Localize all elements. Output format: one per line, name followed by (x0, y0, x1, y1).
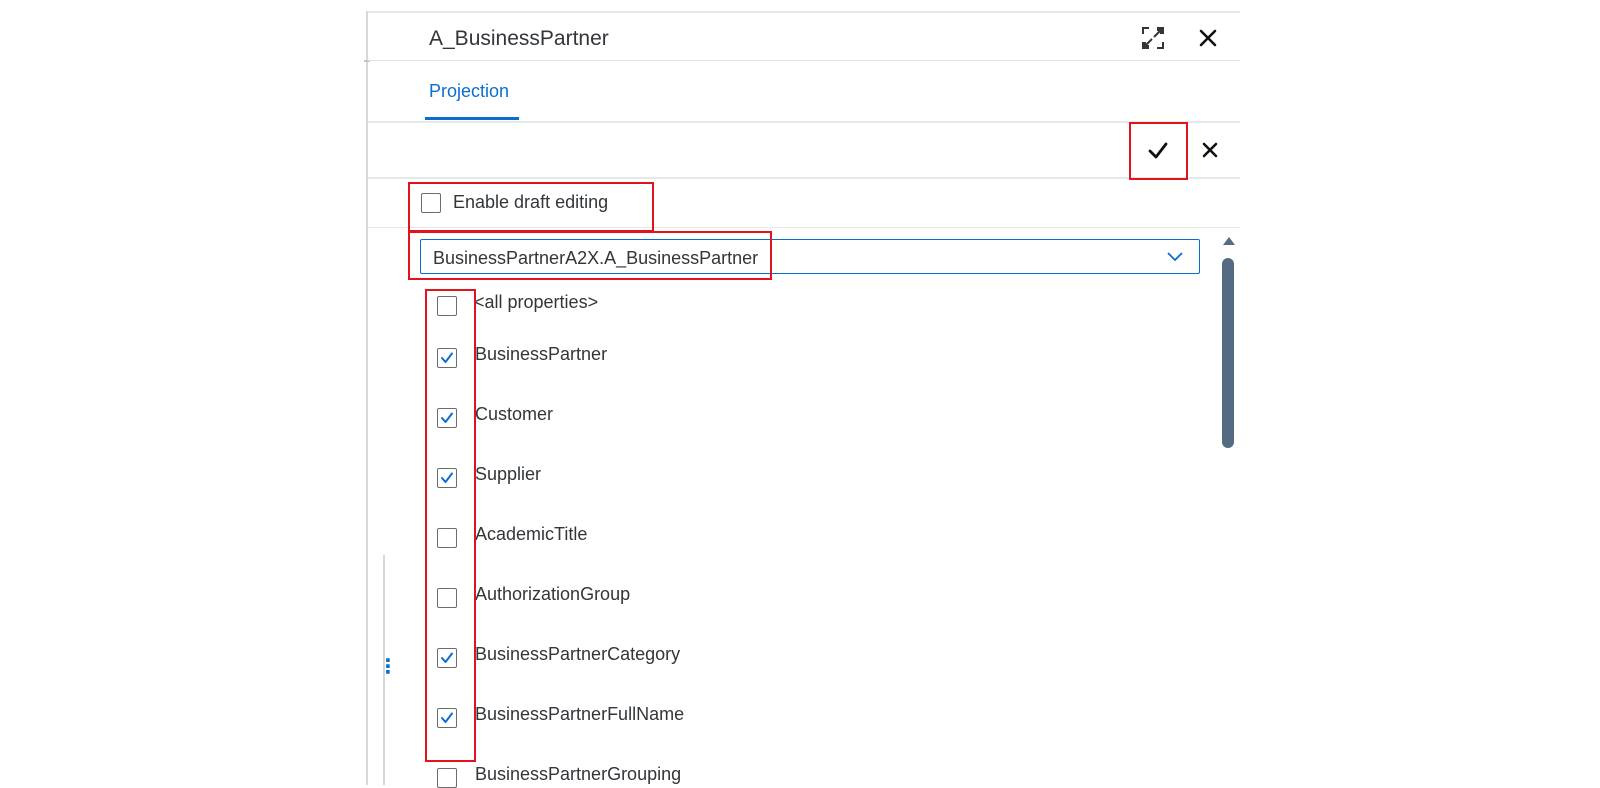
property-label: AcademicTitle (475, 524, 588, 544)
scrollbar-thumb[interactable] (1222, 258, 1234, 448)
divider (368, 121, 1240, 123)
exit-fullscreen-icon[interactable] (1140, 25, 1166, 51)
close-icon (1202, 142, 1218, 158)
highlight-box (1129, 122, 1188, 180)
close-panel-button[interactable] (1196, 26, 1220, 50)
property-label: AuthorizationGroup (475, 584, 631, 604)
panel-title: A_BusinessPartner (429, 27, 609, 50)
cancel-button[interactable] (1193, 133, 1227, 167)
resize-handle-icon[interactable]: ⋮ (378, 657, 398, 677)
property-label: Customer (475, 404, 554, 424)
property-label: BusinessPartnerFullName (475, 704, 685, 724)
tab-projection[interactable]: Projection (429, 81, 509, 102)
divider (368, 60, 1240, 61)
property-label: Supplier (475, 464, 542, 484)
chevron-down-icon[interactable] (1165, 250, 1185, 264)
scroll-up-arrow-icon[interactable] (1223, 237, 1235, 245)
property-label: <all properties> (474, 292, 599, 312)
highlight-box (408, 231, 772, 280)
divider (368, 177, 1240, 179)
property-checkbox[interactable] (437, 768, 457, 788)
left-rail (366, 11, 368, 785)
highlight-box (408, 182, 654, 232)
highlight-box (425, 289, 476, 762)
tab-selected-indicator (425, 117, 519, 120)
divider (368, 11, 1240, 13)
property-label: BusinessPartner (475, 344, 608, 364)
property-label: BusinessPartnerCategory (475, 644, 681, 664)
property-label: BusinessPartnerGrouping (475, 764, 682, 784)
